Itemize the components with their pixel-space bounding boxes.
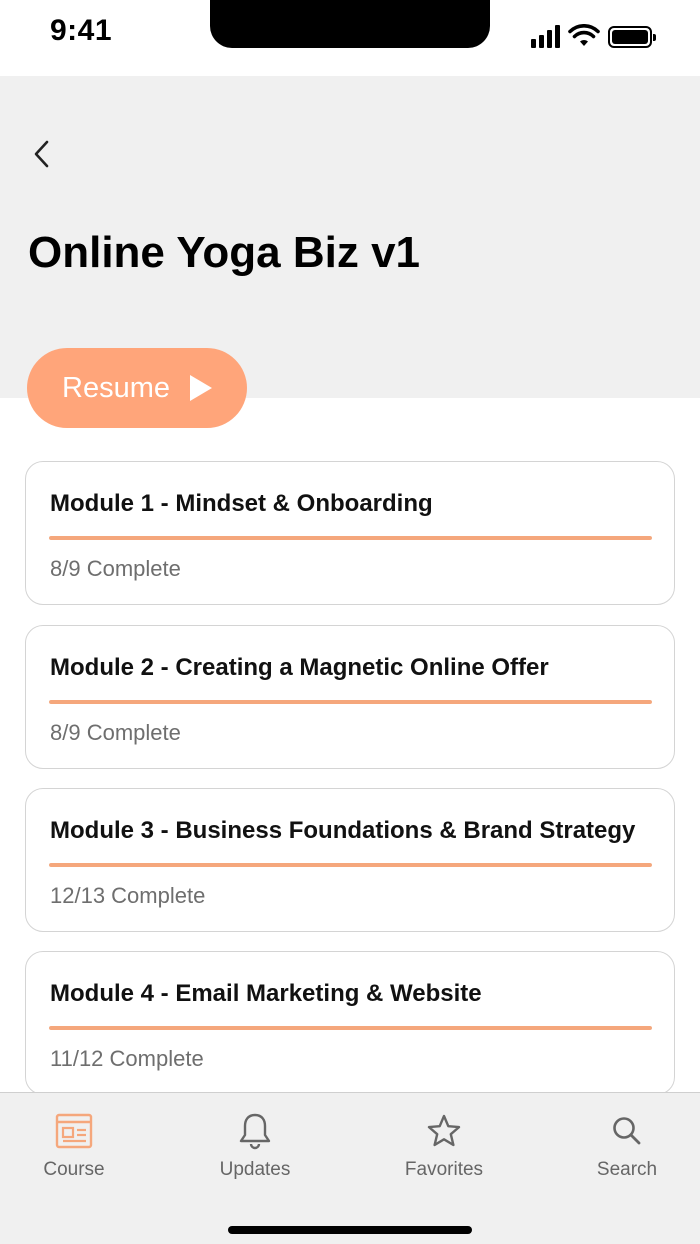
tab-course[interactable]: Course bbox=[14, 1111, 134, 1181]
home-indicator bbox=[228, 1226, 472, 1234]
chevron-left-icon bbox=[34, 140, 49, 168]
status-bar: 9:41 bbox=[0, 0, 700, 76]
module-card-3[interactable]: Module 3 - Business Foundations & Brand … bbox=[25, 788, 675, 932]
bottom-tab-bar: Course Updates Favorites Search bbox=[0, 1092, 700, 1244]
page-title: Online Yoga Biz v1 bbox=[28, 228, 421, 277]
battery-icon bbox=[608, 26, 656, 48]
tab-search[interactable]: Search bbox=[567, 1111, 687, 1181]
tab-label: Favorites bbox=[404, 1159, 484, 1180]
module-title: Module 1 - Mindset & Onboarding bbox=[50, 490, 433, 517]
module-progress-bar bbox=[49, 536, 652, 540]
tab-favorites[interactable]: Favorites bbox=[384, 1111, 504, 1181]
module-status: 8/9 Complete bbox=[50, 556, 181, 581]
back-button[interactable] bbox=[22, 132, 62, 176]
device-notch bbox=[210, 0, 490, 48]
tab-label: Updates bbox=[219, 1159, 291, 1180]
bell-icon bbox=[235, 1111, 275, 1151]
tab-updates[interactable]: Updates bbox=[195, 1111, 315, 1181]
module-card-1[interactable]: Module 1 - Mindset & Onboarding 8/9 Comp… bbox=[25, 461, 675, 605]
star-icon bbox=[424, 1111, 464, 1151]
module-title: Module 2 - Creating a Magnetic Online Of… bbox=[50, 654, 549, 681]
module-title: Module 3 - Business Foundations & Brand … bbox=[50, 817, 636, 844]
tab-label: Course bbox=[43, 1159, 105, 1180]
module-status: 8/9 Complete bbox=[50, 720, 181, 745]
status-time: 9:41 bbox=[50, 14, 113, 47]
search-icon bbox=[607, 1111, 647, 1151]
resume-label: Resume bbox=[62, 371, 170, 404]
module-status: 11/12 Complete bbox=[50, 1046, 204, 1071]
course-icon bbox=[54, 1111, 94, 1151]
cellular-signal-icon bbox=[531, 24, 560, 48]
wifi-icon bbox=[568, 24, 600, 46]
module-card-4[interactable]: Module 4 - Email Marketing & Website 11/… bbox=[25, 951, 675, 1095]
module-progress-bar bbox=[49, 700, 652, 704]
module-progress-bar bbox=[49, 1026, 652, 1030]
status-icons bbox=[531, 20, 656, 48]
module-title: Module 4 - Email Marketing & Website bbox=[50, 980, 482, 1007]
module-progress-bar bbox=[49, 863, 652, 867]
tab-label: Search bbox=[596, 1159, 658, 1180]
module-status: 12/13 Complete bbox=[50, 883, 206, 908]
resume-button[interactable]: Resume bbox=[27, 348, 247, 428]
play-icon bbox=[190, 375, 212, 401]
module-card-2[interactable]: Module 2 - Creating a Magnetic Online Of… bbox=[25, 625, 675, 769]
